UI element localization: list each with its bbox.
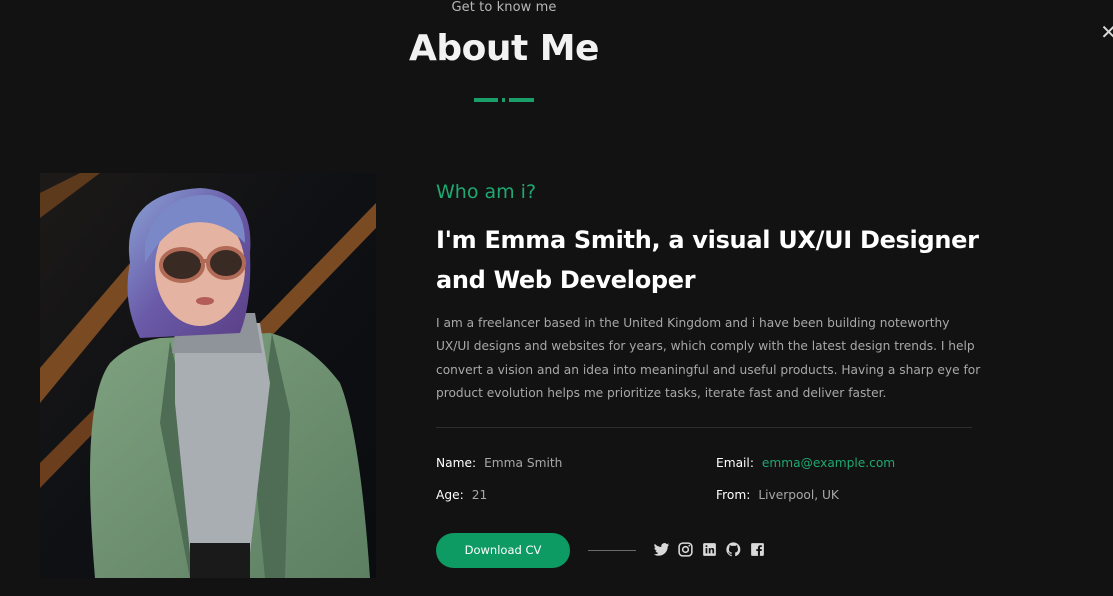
age-value: 21: [471, 488, 488, 502]
headline: I'm Emma Smith, a visual UX/UI Designer …: [436, 226, 979, 294]
close-icon[interactable]: ✕: [1100, 20, 1113, 44]
social-separator-line: [588, 550, 636, 551]
social-links: [653, 541, 766, 558]
instagram-icon[interactable]: [677, 541, 694, 558]
download-cv-button[interactable]: Download CV: [436, 533, 570, 568]
from-label: From:: [716, 488, 751, 502]
email-label: Email:: [716, 456, 754, 470]
email-link[interactable]: emma@example.com: [762, 456, 895, 470]
age-label: Age:: [436, 488, 464, 502]
from-value: Liverpool, UK: [758, 488, 839, 502]
info-name: Name: Emma Smith: [436, 456, 562, 470]
name-value: Emma Smith: [484, 456, 563, 470]
github-icon[interactable]: [725, 541, 742, 558]
facebook-icon[interactable]: [749, 541, 766, 558]
title-divider: [474, 98, 534, 102]
twitter-icon[interactable]: [653, 541, 670, 558]
info-email: Email: emma@example.com: [716, 456, 895, 470]
section-title: About Me: [409, 28, 599, 69]
info-age: Age: 21: [436, 488, 487, 502]
section-divider: [436, 427, 972, 428]
section-eyebrow: Get to know me: [451, 0, 557, 15]
who-am-i-subtitle: Who am i?: [436, 181, 537, 203]
bio-paragraph: I am a freelancer based in the United Ki…: [436, 316, 981, 400]
name-label: Name:: [436, 456, 477, 470]
linkedin-icon[interactable]: [701, 541, 718, 558]
profile-photo: [40, 173, 376, 578]
info-from: From: Liverpool, UK: [716, 488, 839, 502]
